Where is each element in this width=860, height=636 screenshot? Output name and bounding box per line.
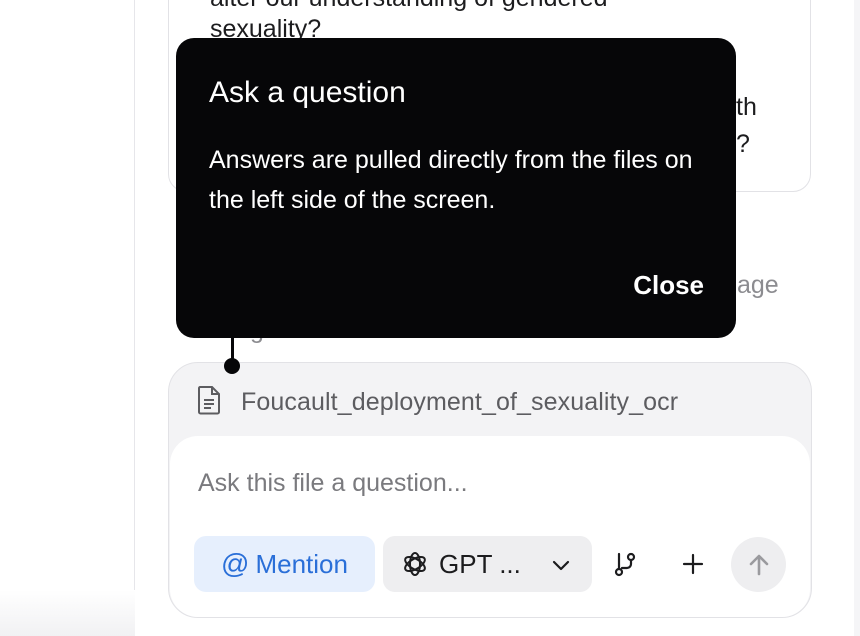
- send-button[interactable]: [731, 537, 786, 592]
- branch-icon: [612, 550, 638, 578]
- hidden-text-peek-right: age: [737, 271, 779, 299]
- left-panel-fade: [0, 590, 135, 636]
- tooltip-close-button[interactable]: Close: [633, 270, 704, 301]
- suggested-question-peek-2: ?: [736, 130, 750, 158]
- tooltip-body: Answers are pulled directly from the fil…: [209, 146, 693, 214]
- tooltip-title: Ask a question: [209, 76, 406, 109]
- at-icon: @: [221, 548, 250, 579]
- question-input[interactable]: [198, 460, 758, 506]
- model-label: GPT ...: [439, 548, 521, 579]
- suggested-question-peek-1: th: [736, 93, 757, 121]
- tooltip-pointer-dot: [224, 358, 240, 374]
- openai-icon: [401, 550, 429, 578]
- attached-file-row: Foucault_deployment_of_sexuality_ocr: [195, 382, 678, 422]
- attached-file-name: Foucault_deployment_of_sexuality_ocr: [241, 387, 679, 416]
- add-button[interactable]: [669, 540, 717, 588]
- mention-label: Mention: [255, 548, 348, 579]
- left-panel-edge: [0, 0, 135, 636]
- plus-icon: [681, 552, 705, 576]
- model-selector[interactable]: GPT ...: [383, 536, 592, 592]
- arrow-up-icon: [746, 552, 772, 578]
- chevron-down-icon: [550, 552, 572, 583]
- onboarding-tooltip: Ask a question Answers are pulled direct…: [176, 38, 736, 338]
- scrollbar-track[interactable]: [854, 0, 860, 636]
- mention-button[interactable]: @ Mention: [194, 536, 375, 592]
- document-icon: [195, 385, 223, 420]
- branch-button[interactable]: [601, 540, 649, 588]
